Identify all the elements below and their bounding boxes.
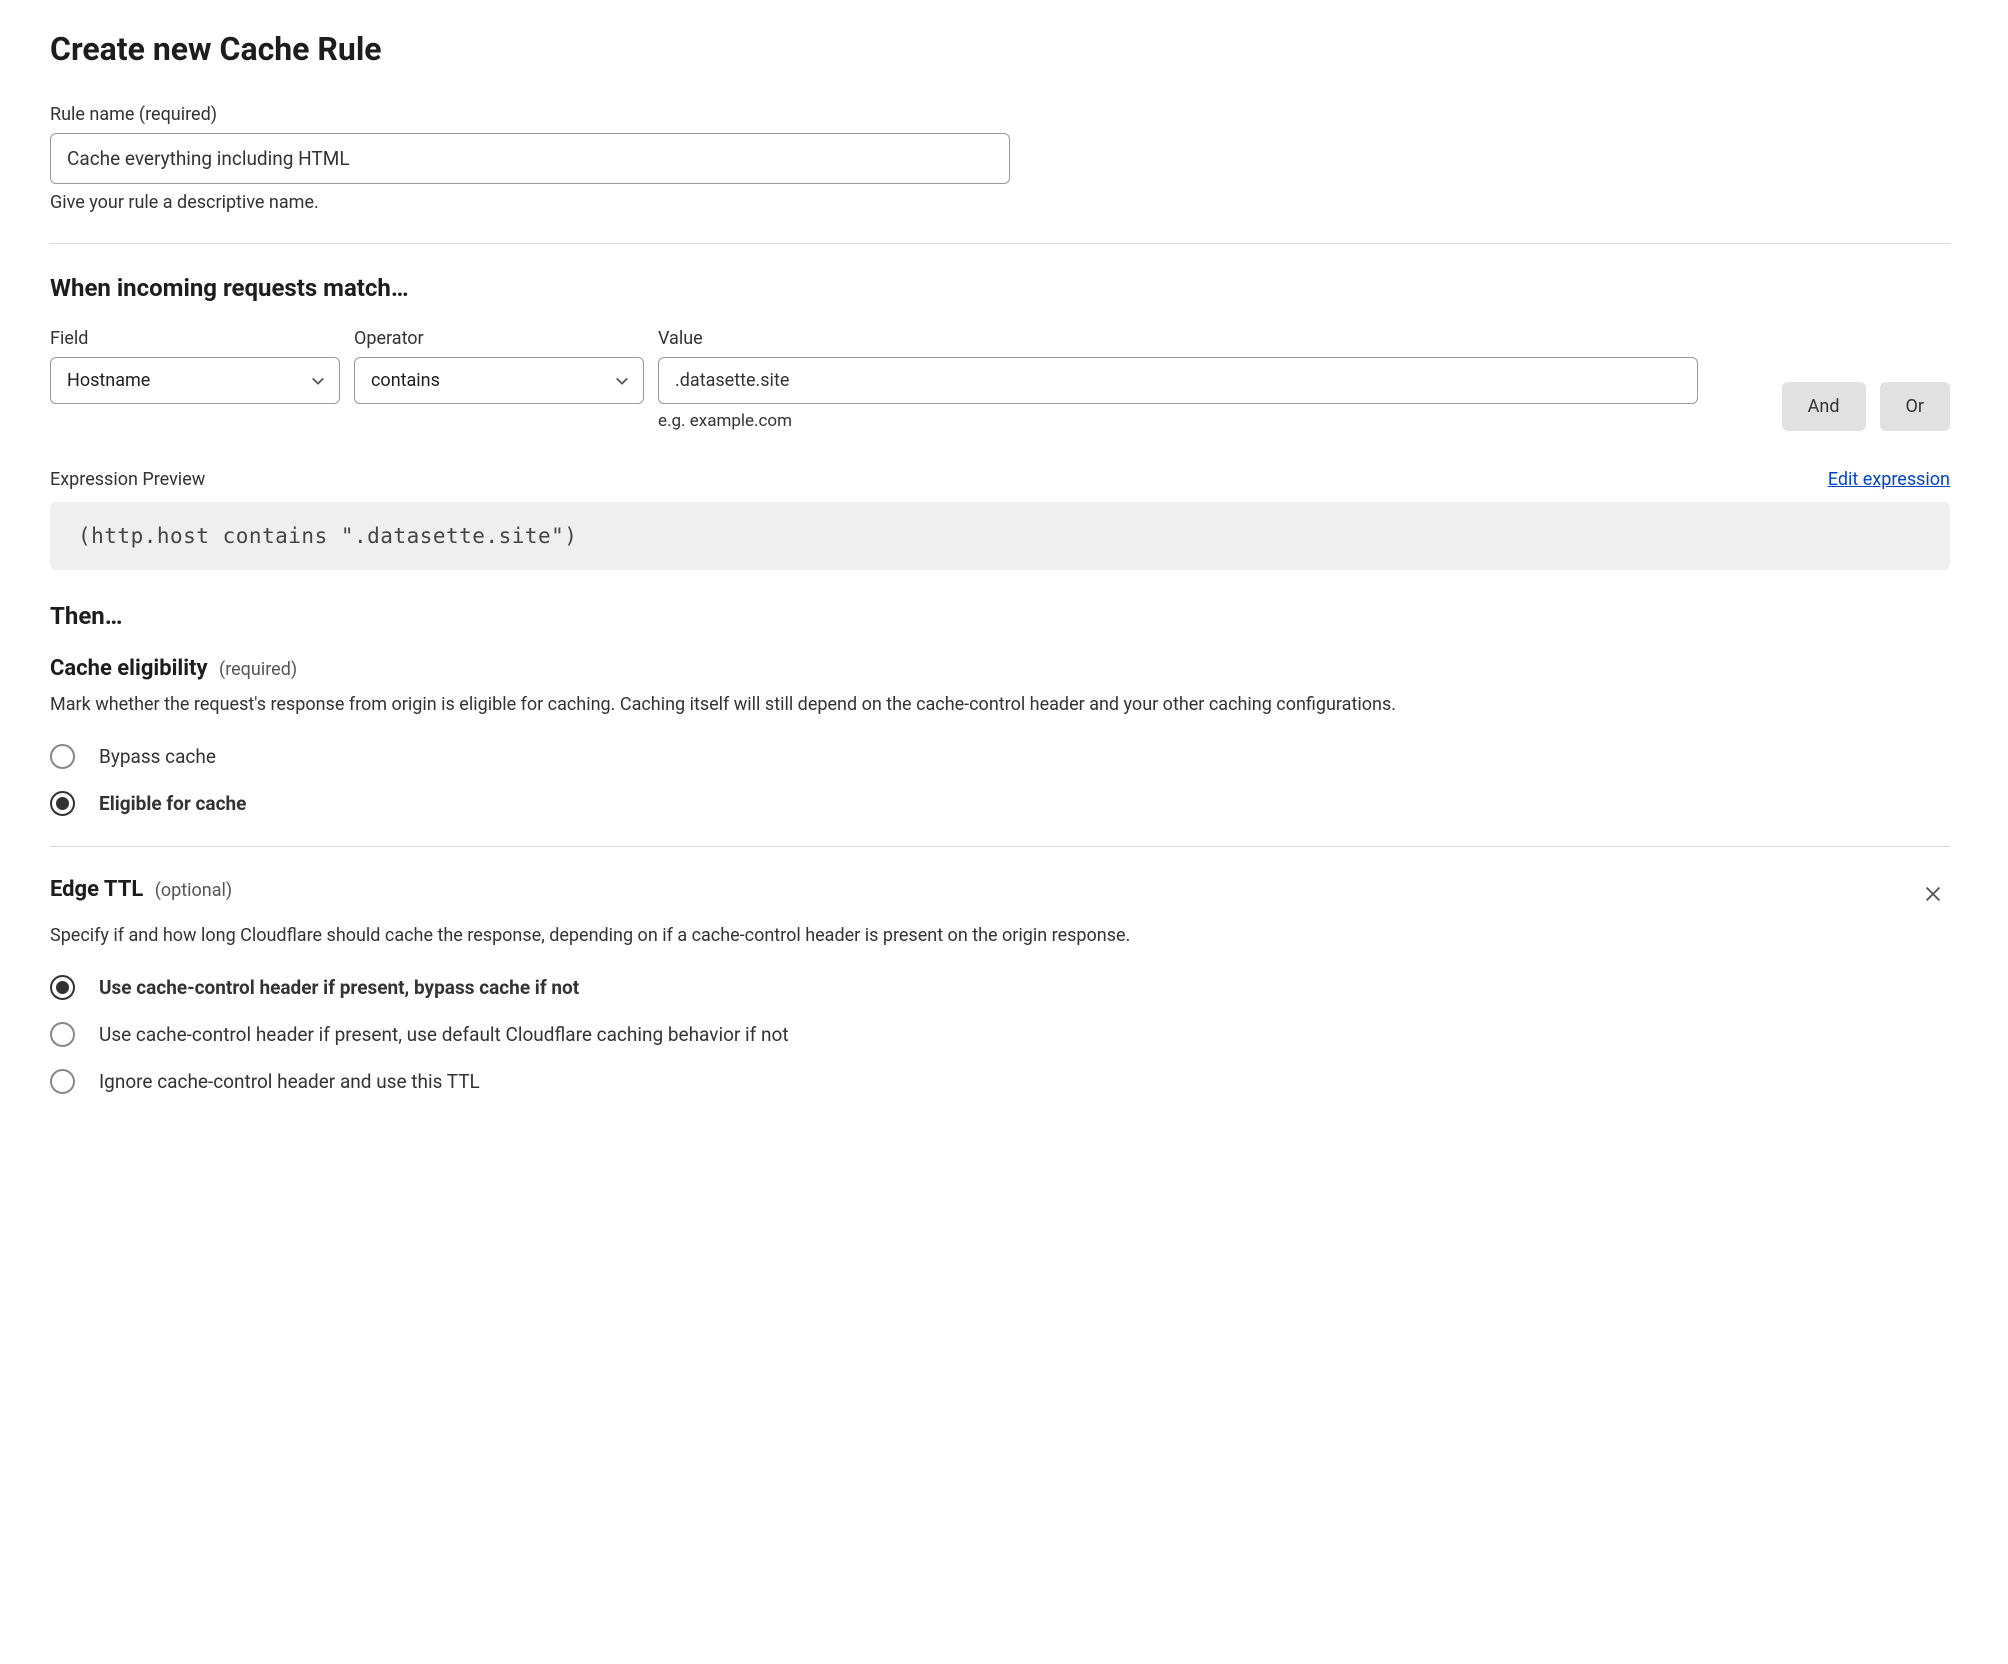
then-heading: Then… xyxy=(50,602,1950,630)
radio-label: Ignore cache-control header and use this… xyxy=(99,1070,480,1093)
edge-ttl-radio-group: Use cache-control header if present, byp… xyxy=(50,975,1950,1094)
radio-icon xyxy=(50,791,75,816)
radio-bypass-cache[interactable]: Bypass cache xyxy=(50,744,1950,769)
radio-ttl-bypass-if-not[interactable]: Use cache-control header if present, byp… xyxy=(50,975,1950,1000)
and-button[interactable]: And xyxy=(1782,382,1866,431)
rule-name-input[interactable] xyxy=(50,133,1010,184)
radio-label: Use cache-control header if present, byp… xyxy=(99,976,579,999)
match-heading: When incoming requests match… xyxy=(50,274,1950,302)
cache-eligibility-heading: Cache eligibility (required) xyxy=(50,656,1950,681)
close-icon[interactable] xyxy=(1916,877,1950,911)
divider xyxy=(50,243,1950,244)
operator-col-label: Operator xyxy=(354,328,644,349)
edge-ttl-desc: Specify if and how long Cloudflare shoul… xyxy=(50,922,1610,951)
cache-eligibility-desc: Mark whether the request's response from… xyxy=(50,691,1950,720)
rule-name-label: Rule name (required) xyxy=(50,104,1950,125)
required-tag: (required) xyxy=(219,659,297,680)
radio-label: Eligible for cache xyxy=(99,792,246,815)
radio-label: Use cache-control header if present, use… xyxy=(99,1023,789,1046)
expression-preview-label: Expression Preview xyxy=(50,469,205,490)
radio-label: Bypass cache xyxy=(99,745,216,768)
value-input[interactable] xyxy=(658,357,1698,404)
field-select[interactable]: Hostname xyxy=(50,357,340,404)
radio-icon xyxy=(50,744,75,769)
field-select-value: Hostname xyxy=(67,370,150,391)
operator-select-value: contains xyxy=(371,370,440,391)
value-col-label: Value xyxy=(658,328,1768,349)
value-hint: e.g. example.com xyxy=(658,411,1768,431)
or-button[interactable]: Or xyxy=(1880,382,1950,431)
field-col-label: Field xyxy=(50,328,340,349)
radio-ttl-default-if-not[interactable]: Use cache-control header if present, use… xyxy=(50,1022,1950,1047)
chevron-down-icon xyxy=(615,374,629,388)
chevron-down-icon xyxy=(311,374,325,388)
edit-expression-link[interactable]: Edit expression xyxy=(1828,469,1950,490)
filter-row: Field Hostname Operator contains Value e… xyxy=(50,328,1950,431)
divider xyxy=(50,846,1950,847)
page-title: Create new Cache Rule xyxy=(50,30,1950,68)
radio-icon xyxy=(50,1069,75,1094)
radio-eligible-for-cache[interactable]: Eligible for cache xyxy=(50,791,1950,816)
radio-icon xyxy=(50,1022,75,1047)
cache-eligibility-radio-group: Bypass cache Eligible for cache xyxy=(50,744,1950,816)
radio-icon xyxy=(50,975,75,1000)
expression-preview-code: (http.host contains ".datasette.site") xyxy=(50,502,1950,570)
radio-ttl-ignore-header[interactable]: Ignore cache-control header and use this… xyxy=(50,1069,1950,1094)
operator-select[interactable]: contains xyxy=(354,357,644,404)
edge-ttl-heading: Edge TTL (optional) xyxy=(50,877,232,902)
rule-name-helper: Give your rule a descriptive name. xyxy=(50,192,1950,213)
optional-tag: (optional) xyxy=(155,880,232,901)
